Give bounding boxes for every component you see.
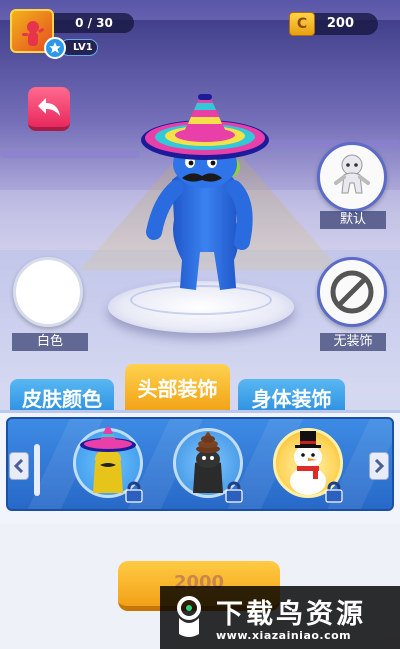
- coin-icon: C: [289, 12, 315, 36]
- blue-character-with-sombrero: [141, 94, 269, 290]
- default-character-icon: [334, 154, 370, 194]
- skin-color-white-button[interactable]: [13, 257, 83, 327]
- player-avatar-icon: [22, 21, 45, 46]
- no-decoration-button[interactable]: [317, 257, 387, 327]
- item-snowman-hat[interactable]: [273, 428, 343, 503]
- item-poop-hat[interactable]: [173, 428, 243, 503]
- carousel-next-button[interactable]: [369, 452, 389, 480]
- chevron-left-icon: [14, 459, 24, 473]
- star-icon: [44, 37, 66, 59]
- skin-color-label: 白色: [12, 333, 88, 351]
- lock-icon: [325, 481, 343, 503]
- carousel-prev-button[interactable]: [9, 452, 29, 480]
- watermark: 下载鸟资源 www.xiazainiao.com: [160, 586, 400, 649]
- back-arrow-icon: [38, 98, 60, 116]
- carousel-edge: [34, 444, 40, 496]
- chevron-right-icon: [374, 459, 384, 473]
- bird-logo-icon: [177, 596, 201, 637]
- collection-progress: 0 / 30: [54, 13, 134, 33]
- watermark-url: www.xiazainiao.com: [216, 629, 352, 642]
- default-outfit-button[interactable]: [317, 142, 387, 212]
- level-text: LV1: [73, 42, 93, 53]
- default-outfit-label: 默认: [320, 211, 386, 229]
- lock-icon: [225, 481, 243, 503]
- item-sombrero-hat[interactable]: [73, 427, 143, 503]
- tab-head-decoration[interactable]: 头部装饰: [125, 364, 230, 410]
- watermark-title: 下载鸟资源: [216, 599, 366, 630]
- no-decoration-label: 无装饰: [320, 333, 386, 351]
- no-entry-icon: [330, 270, 374, 314]
- back-button[interactable]: [28, 87, 70, 131]
- lock-icon: [125, 481, 143, 503]
